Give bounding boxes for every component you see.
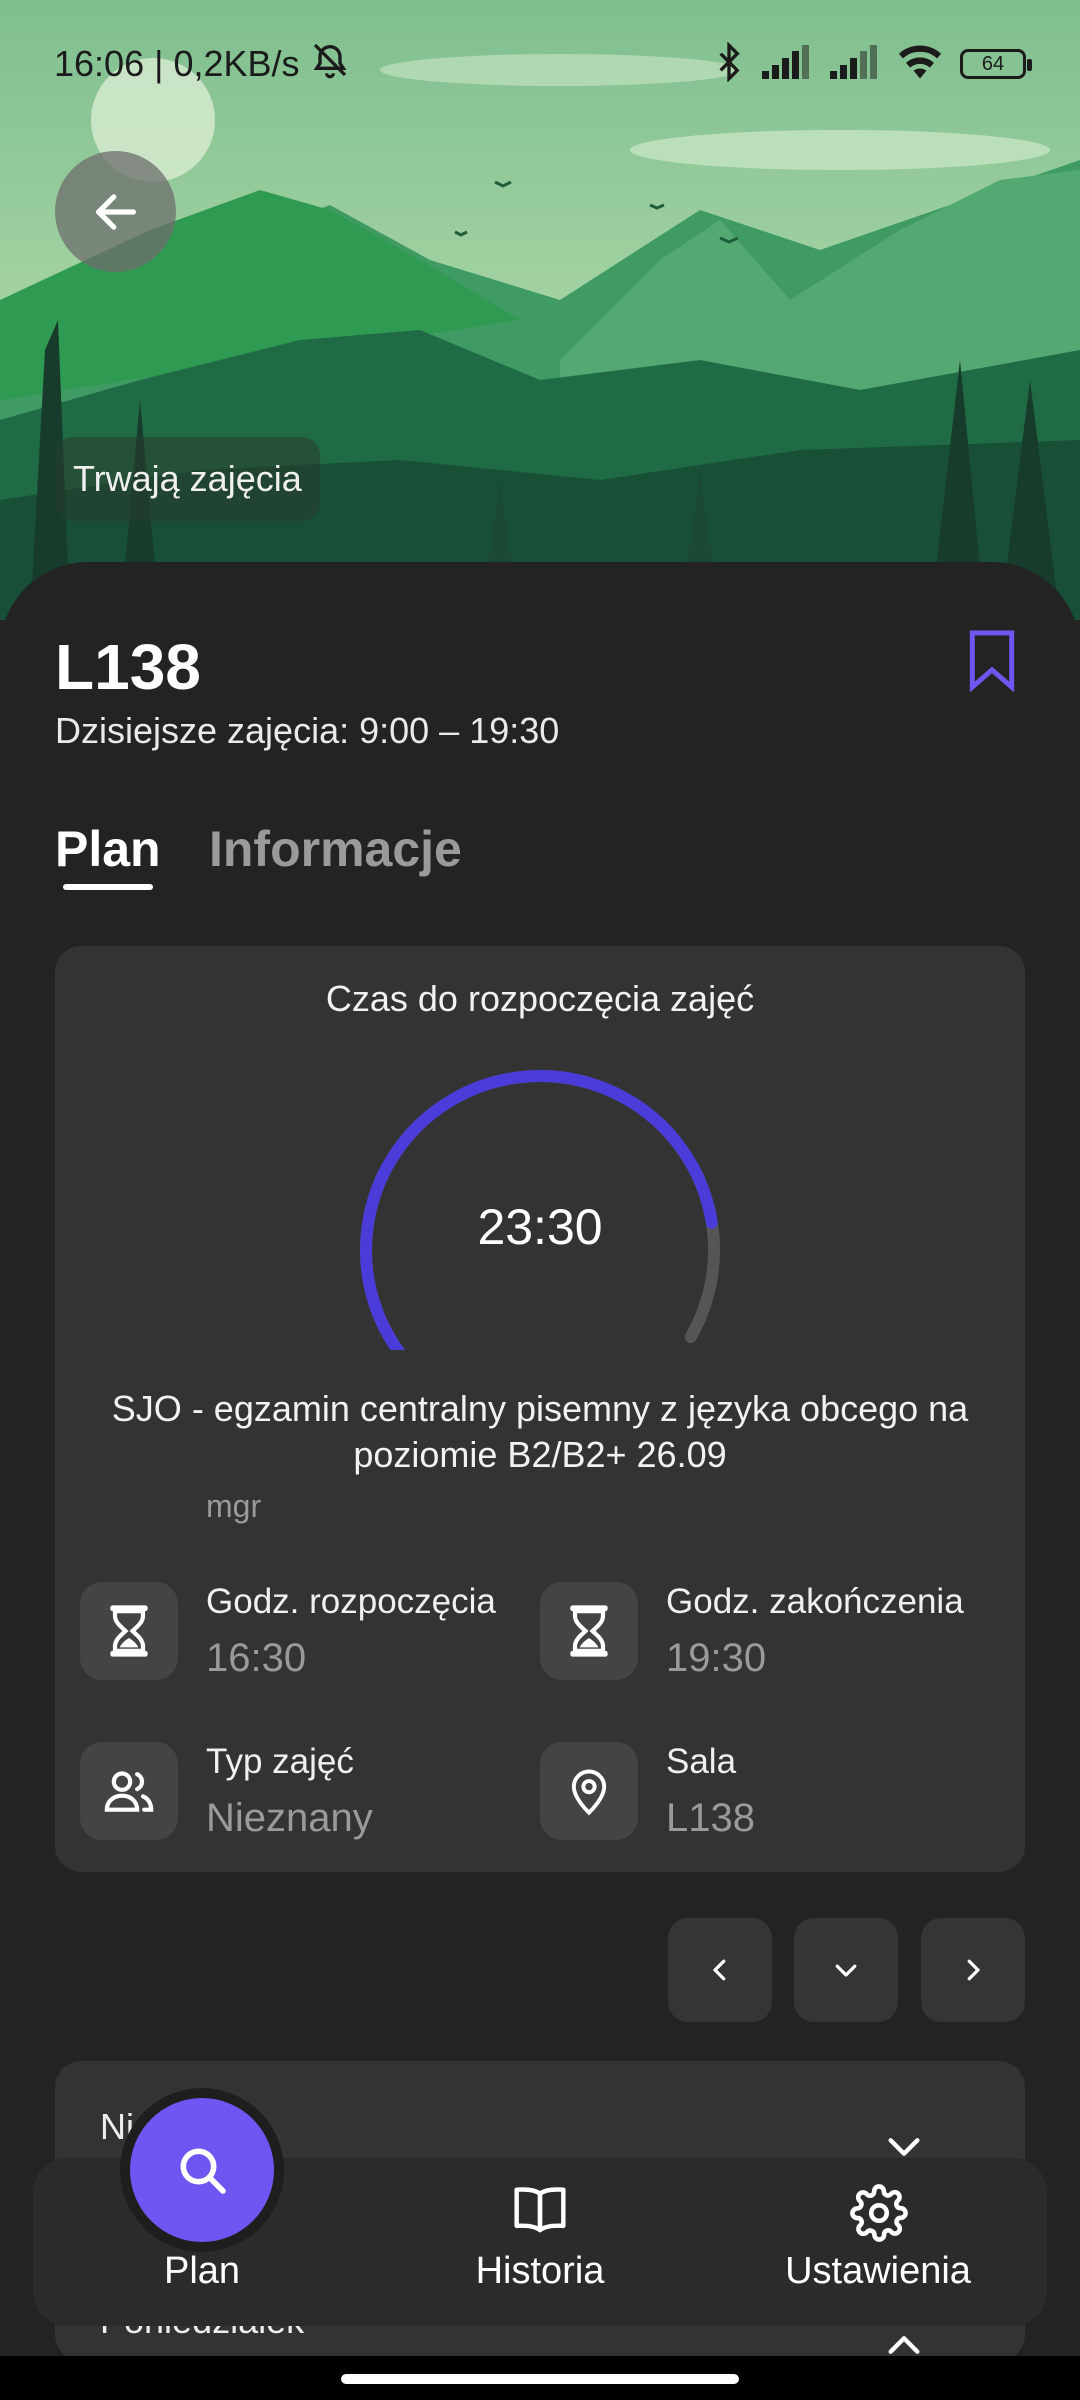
plan-search-button[interactable] bbox=[120, 2088, 284, 2252]
gear-icon[interactable] bbox=[850, 2184, 908, 2247]
status-right: 64 bbox=[714, 40, 1032, 87]
hourglass-icon bbox=[80, 1582, 178, 1680]
nav-history-label[interactable]: Historia bbox=[410, 2250, 670, 2293]
expand-button[interactable] bbox=[794, 1918, 898, 2022]
end-time-value: 19:30 bbox=[666, 1636, 767, 1680]
chevron-down-icon bbox=[835, 1964, 857, 1977]
start-time-label: Godz. rozpoczęcia bbox=[206, 1582, 496, 1621]
room-value: L138 bbox=[666, 1796, 755, 1840]
book-icon[interactable] bbox=[512, 2184, 568, 2241]
battery-icon: 64 bbox=[960, 49, 1032, 79]
class-type-label: Typ zajęć bbox=[206, 1742, 354, 1781]
wifi-icon bbox=[898, 45, 942, 84]
bell-off-icon bbox=[310, 40, 350, 89]
end-time-item: Godz. zakończenia 19:30 bbox=[540, 1582, 964, 1681]
tab-plan[interactable]: Plan bbox=[55, 820, 161, 878]
status-bar: 16:06 | 0,2KB/s 64 bbox=[0, 0, 1080, 128]
countdown-time: 23:30 bbox=[477, 1199, 603, 1255]
teacher-name: mgr bbox=[206, 1488, 262, 1524]
signal-icon bbox=[762, 44, 812, 84]
end-time-label: Godz. zakończenia bbox=[666, 1582, 964, 1621]
status-time: 16:06 | 0,2KB/s bbox=[54, 43, 300, 84]
start-time-value: 16:30 bbox=[206, 1636, 307, 1680]
room-item: Sala L138 bbox=[540, 1742, 755, 1841]
plan-fab[interactable] bbox=[130, 2098, 274, 2242]
class-type-value: Nieznany bbox=[206, 1796, 373, 1840]
bookmark-button[interactable] bbox=[966, 628, 1018, 697]
arrow-left-icon bbox=[95, 193, 136, 230]
back-button[interactable] bbox=[55, 151, 176, 272]
nav-plan-label[interactable]: Plan bbox=[72, 2250, 332, 2293]
room-label: Sala bbox=[666, 1742, 737, 1781]
ongoing-status-chip: Trwają zajęcia bbox=[55, 437, 320, 521]
course-title: SJO - egzamin centralny pisemny z języka… bbox=[111, 1388, 969, 1475]
status-left: 16:06 | 0,2KB/s bbox=[54, 40, 350, 89]
signal-icon-2 bbox=[830, 44, 880, 84]
nav-settings-label[interactable]: Ustawienia bbox=[748, 2250, 1008, 2293]
page-title: L138 bbox=[55, 631, 201, 703]
start-time-item: Godz. rozpoczęcia 16:30 bbox=[80, 1582, 496, 1681]
chevron-left-icon bbox=[713, 1959, 726, 1981]
today-schedule: Dzisiejsze zajęcia: 9:00 – 19:30 bbox=[55, 710, 560, 751]
hourglass-icon bbox=[540, 1582, 638, 1680]
location-pin-icon bbox=[540, 1742, 638, 1840]
tab-underline bbox=[63, 884, 153, 890]
class-type-item: Typ zajęć Nieznany bbox=[80, 1742, 373, 1841]
tab-informacje[interactable]: Informacje bbox=[209, 820, 462, 878]
users-icon bbox=[80, 1742, 178, 1840]
countdown-heading: Czas do rozpoczęcia zajęć bbox=[325, 978, 755, 1019]
next-button[interactable] bbox=[921, 1918, 1025, 2022]
chevron-right-icon bbox=[967, 1959, 980, 1981]
search-icon bbox=[180, 2148, 226, 2194]
bluetooth-icon bbox=[714, 40, 744, 87]
bookmark-icon bbox=[969, 630, 1015, 693]
home-indicator[interactable] bbox=[341, 2374, 739, 2384]
previous-button[interactable] bbox=[668, 1918, 772, 2022]
